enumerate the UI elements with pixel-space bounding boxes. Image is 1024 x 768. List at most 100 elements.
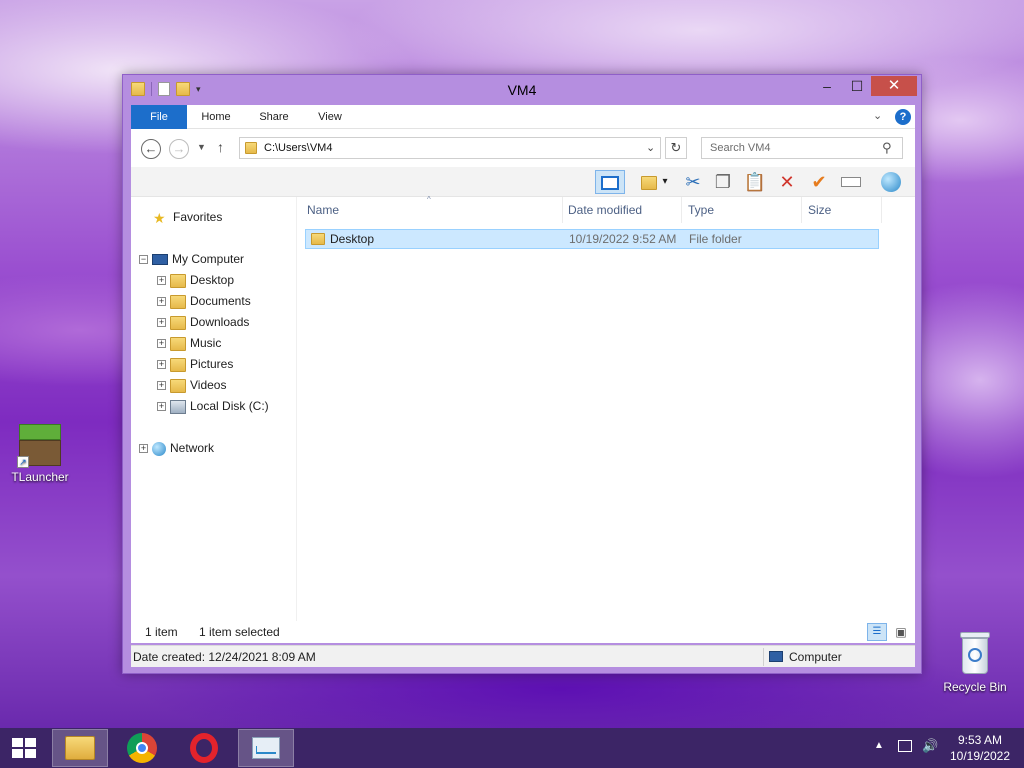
desktop-icon-label: TLauncher	[11, 470, 69, 484]
table-row[interactable]: Desktop 10/19/2022 9:52 AM File folder	[305, 229, 879, 249]
show-hidden-icons-icon[interactable]: ▲	[874, 740, 884, 751]
nav-pictures[interactable]: + Pictures	[157, 354, 233, 374]
computer-icon	[152, 254, 168, 266]
clock-time: 9:53 AM	[957, 733, 1003, 747]
nav-label: Downloads	[190, 315, 250, 329]
taskbar-app-opera[interactable]	[176, 729, 232, 767]
checkmark-icon[interactable]: ✔	[807, 170, 831, 194]
tab-file[interactable]: File	[131, 105, 187, 129]
collapse-icon[interactable]: −	[139, 255, 148, 265]
paste-icon[interactable]: 📋	[743, 170, 767, 194]
chevron-down-icon[interactable]: ⌄	[873, 109, 882, 122]
desktop-icon-tlauncher[interactable]: ↗ TLauncher	[0, 424, 80, 484]
nav-label: Videos	[190, 378, 227, 392]
taskbar-app-task-manager[interactable]	[238, 729, 294, 767]
network-globe-icon[interactable]	[879, 170, 903, 194]
recycle-bin-icon	[958, 632, 992, 676]
folder-icon	[170, 357, 186, 372]
network-status-icon[interactable]	[898, 740, 912, 752]
nav-label: Network	[170, 441, 215, 455]
minimize-button[interactable]: –	[813, 76, 841, 96]
nav-music[interactable]: + Music	[157, 333, 221, 353]
expand-icon[interactable]: +	[157, 339, 166, 349]
search-icon: ⚲	[882, 140, 892, 155]
refresh-icon[interactable]: ↻	[665, 137, 687, 159]
column-header-name[interactable]: Name	[301, 197, 563, 223]
content-area: ★ Favorites − My Computer + Desktop + Docume…	[131, 195, 915, 621]
search-input[interactable]: Search VM4 ⚲	[701, 137, 903, 159]
taskbar-app-chrome[interactable]	[114, 729, 170, 767]
chevron-down-icon[interactable]: ▾	[659, 170, 671, 194]
up-arrow-icon[interactable]: ↑	[217, 139, 224, 155]
expand-icon[interactable]: +	[157, 381, 166, 391]
column-header-size[interactable]: Size	[802, 197, 882, 223]
nav-favorites[interactable]: ★ Favorites	[153, 207, 222, 227]
search-placeholder: Search VM4	[710, 142, 771, 154]
large-icons-view-icon[interactable]: ▣	[891, 623, 911, 641]
folder-icon	[170, 336, 186, 351]
preview-pane-icon[interactable]	[595, 170, 625, 194]
system-clock[interactable]: 9:53 AM 10/19/2022	[944, 732, 1016, 764]
nav-documents[interactable]: + Documents	[157, 291, 251, 311]
nav-downloads[interactable]: + Downloads	[157, 312, 249, 332]
date-created-text: Date created: 12/24/2021 8:09 AM	[133, 650, 316, 664]
details-view-icon[interactable]: ☰	[867, 623, 887, 641]
expand-icon[interactable]: +	[157, 276, 166, 286]
window-title: VM4	[507, 82, 537, 98]
nav-network[interactable]: + Network	[139, 438, 214, 458]
column-header-date[interactable]: Date modified	[562, 197, 682, 223]
command-toolbar: ▾ ✂ ❐ 📋 ✕ ✔	[131, 167, 915, 197]
tab-view[interactable]: View	[305, 105, 355, 129]
nav-videos[interactable]: + Videos	[157, 375, 226, 395]
address-bar[interactable]: C:\Users\VM4 ⌄	[239, 137, 661, 159]
desktop-icon-recycle-bin[interactable]: Recycle Bin	[935, 632, 1015, 694]
copy-icon[interactable]: ❐	[711, 170, 735, 194]
expand-icon[interactable]: +	[157, 318, 166, 328]
nav-label: Pictures	[190, 357, 234, 371]
nav-desktop[interactable]: + Desktop	[157, 270, 234, 290]
title-bar[interactable]: ▾ VM4 – ☐ ✕	[123, 75, 921, 105]
recent-locations-icon[interactable]: ▼	[197, 142, 206, 152]
expand-icon[interactable]: +	[157, 297, 166, 307]
desktop-icon-label: Recycle Bin	[943, 680, 1007, 694]
row-date: 10/19/2022 9:52 AM	[569, 232, 677, 246]
clock-date: 10/19/2022	[949, 749, 1011, 763]
forward-button[interactable]: →	[169, 139, 189, 159]
tab-home[interactable]: Home	[191, 105, 241, 129]
taskbar-app-file-explorer[interactable]	[52, 729, 108, 767]
help-icon[interactable]: ?	[895, 109, 911, 125]
folder-icon	[170, 273, 186, 288]
selection-count: 1 item selected	[199, 625, 280, 639]
nav-label: Favorites	[173, 210, 223, 224]
expand-icon[interactable]: +	[157, 402, 166, 412]
windows-logo-icon	[12, 738, 36, 758]
chrome-icon	[127, 733, 157, 763]
expand-icon[interactable]: +	[157, 360, 166, 370]
chevron-down-icon[interactable]: ⌄	[646, 141, 655, 154]
drive-icon	[170, 399, 186, 414]
expand-icon[interactable]: +	[139, 444, 148, 454]
close-button[interactable]: ✕	[871, 76, 917, 96]
nav-local-disk[interactable]: + Local Disk (C:)	[157, 396, 269, 416]
column-header-type[interactable]: Type	[682, 197, 802, 223]
row-name: Desktop	[330, 232, 375, 246]
tlauncher-icon: ↗	[17, 424, 61, 468]
delete-icon[interactable]: ✕	[775, 170, 799, 194]
tab-share[interactable]: Share	[249, 105, 299, 129]
item-count: 1 item	[145, 625, 178, 639]
nav-label: Documents	[190, 294, 251, 308]
explorer-window: ▾ VM4 – ☐ ✕ File Home Share View ⌄ ? ← →…	[122, 74, 922, 674]
star-icon: ★	[153, 209, 166, 226]
nav-label: My Computer	[172, 252, 245, 266]
volume-icon[interactable]: 🔊	[922, 738, 938, 754]
back-button[interactable]: ←	[141, 139, 161, 159]
details-bar: Date created: 12/24/2021 8:09 AM Compute…	[131, 645, 915, 667]
location-text: Computer	[789, 650, 842, 664]
taskbar: ▲ 🔊 9:53 AM 10/19/2022	[0, 728, 1024, 768]
cut-icon[interactable]: ✂	[681, 170, 705, 194]
rename-icon[interactable]	[839, 170, 863, 194]
start-button[interactable]	[0, 728, 48, 768]
nav-my-computer[interactable]: − My Computer	[139, 249, 244, 269]
maximize-button[interactable]: ☐	[843, 76, 871, 96]
folder-options-icon[interactable]	[637, 170, 661, 194]
